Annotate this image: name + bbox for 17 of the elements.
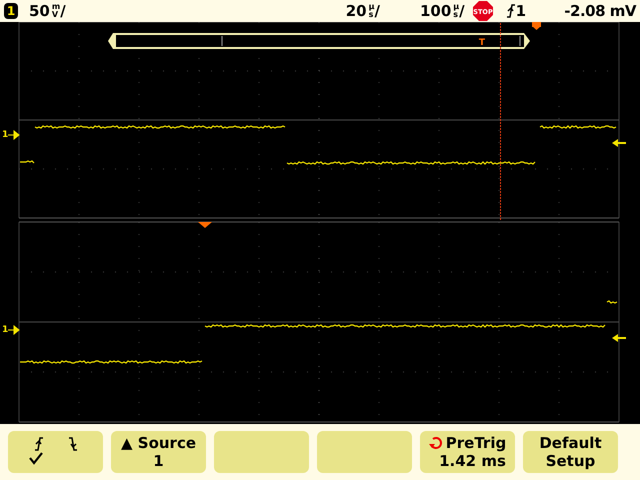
- trigger-position-icon: [198, 222, 212, 228]
- trigger-level: -2.08 mV: [564, 0, 636, 22]
- level-arrow-icon: [612, 334, 626, 342]
- trigger-source: 1: [516, 0, 526, 22]
- trigger-position-icon: [532, 22, 541, 30]
- softkey-button[interactable]: ▲ Source 1: [111, 431, 206, 473]
- channel-badge[interactable]: 1: [4, 3, 18, 19]
- softkey-button[interactable]: [8, 431, 103, 473]
- rising-edge-icon: [34, 437, 42, 451]
- softkey-button[interactable]: Default Setup: [523, 431, 618, 473]
- level-arrow-icon: [612, 139, 626, 147]
- falling-edge-icon: [68, 437, 76, 451]
- rising-edge-icon: [506, 4, 515, 18]
- knob-icon: [428, 436, 443, 450]
- trigger-marker: T: [478, 38, 486, 48]
- zoom-bar[interactable]: [108, 33, 530, 49]
- softkey-button[interactable]: PreTrig 1.42 ms: [420, 431, 515, 473]
